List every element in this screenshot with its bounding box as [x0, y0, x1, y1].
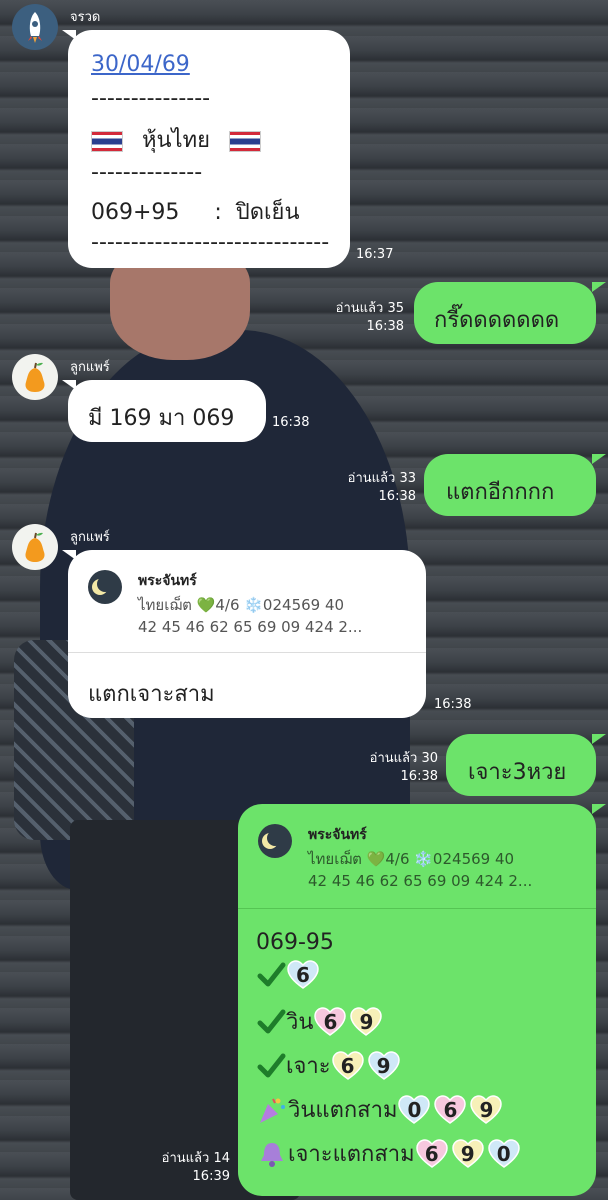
bubble-tail [592, 454, 606, 464]
date-link[interactable]: 30/04/69 [91, 52, 190, 77]
result-row: เจาะแตกสาม 6 9 0 [256, 1136, 523, 1171]
bubble-tail [592, 282, 606, 292]
party-popper-icon [256, 1094, 288, 1126]
heart-digit: 6 [286, 960, 320, 990]
quoted-text-line2: 42 45 46 62 65 69 09 424 2... [308, 872, 533, 890]
result-label: เจาะแตกสาม [288, 1142, 415, 1167]
check-icon [256, 1007, 286, 1037]
moon-icon [258, 824, 292, 858]
read-receipt: อ่านแล้ว 14 16:39 [142, 1150, 230, 1186]
timestamp: 16:38 [366, 319, 404, 334]
timestamp: 16:38 [272, 415, 310, 430]
sender-name: จรวด [70, 10, 101, 25]
quoted-text-line1: ไทยเฌ็ต 💚4/6 ❄️024569 40 [138, 596, 345, 614]
sender-name: ลูกแพร์ [70, 360, 110, 375]
result-label: วิน [286, 1010, 314, 1035]
heart-digit: 0 [487, 1138, 521, 1169]
rocket-icon[interactable] [12, 4, 58, 50]
result-row: 6 [256, 960, 322, 990]
check-icon [256, 1051, 286, 1081]
pear-icon[interactable] [12, 354, 58, 400]
stock-title: หุ้นไทย [91, 122, 261, 157]
message-bubble[interactable]: เจาะ3หวย [446, 734, 596, 796]
check-icon [256, 960, 286, 990]
thailand-flag-icon [91, 130, 123, 152]
heart-digit: 9 [451, 1138, 485, 1169]
quoted-text-line1: ไทยเฌ็ต 💚4/6 ❄️024569 40 [308, 850, 515, 868]
quoted-sender: พระจันทร์ [138, 573, 197, 589]
sender-name: ลูกแพร์ [70, 530, 110, 545]
read-receipt: อ่านแล้ว 35 16:38 [316, 300, 404, 336]
read-count: อ่านแล้ว 35 [335, 301, 404, 316]
divider [68, 652, 426, 653]
quoted-sender: พระจันทร์ [308, 827, 367, 843]
message-text: กรี๊ดดดดดดด [434, 308, 560, 333]
pear-icon[interactable] [12, 524, 58, 570]
moon-icon [88, 570, 122, 604]
timestamp: 16:38 [400, 769, 438, 784]
message-text: แตกเจาะสาม [88, 682, 215, 707]
result-line: 069+95 : ปิดเย็น [91, 200, 300, 225]
message-bubble[interactable]: มี 169 มา 069 [68, 380, 266, 442]
message-bubble[interactable]: 30/04/69 --------------- หุ้นไทย -------… [68, 30, 350, 268]
stock-label: หุ้นไทย [142, 128, 210, 153]
dash-line: --------------- [91, 86, 211, 111]
message-bubble[interactable]: แตกอีกกกก [424, 454, 596, 516]
heart-digit: 0 [397, 1094, 431, 1125]
dash-line: ------------------------------ [91, 230, 330, 255]
bell-icon [256, 1138, 288, 1170]
dash-line: -------------- [91, 160, 203, 185]
read-count: อ่านแล้ว 14 [161, 1151, 230, 1166]
heart-digit: 6 [331, 1050, 365, 1081]
message-text: มี 169 มา 069 [88, 406, 235, 431]
heart-digit: 9 [469, 1094, 503, 1125]
reply-bubble[interactable]: พระจันทร์ ไทยเฌ็ต 💚4/6 ❄️024569 40 42 45… [68, 550, 426, 718]
heart-digit: 6 [313, 1006, 347, 1037]
result-label: วินแตกสาม [288, 1098, 398, 1123]
result-row: วินแตกสาม 0 6 9 [256, 1092, 505, 1127]
divider [238, 908, 596, 909]
quoted-text-line2: 42 45 46 62 65 69 09 424 2... [138, 618, 363, 636]
reply-bubble[interactable]: พระจันทร์ ไทยเฌ็ต 💚4/6 ❄️024569 40 42 45… [238, 804, 596, 1196]
timestamp: 16:39 [192, 1169, 230, 1184]
timestamp: 16:38 [434, 697, 472, 712]
read-receipt: อ่านแล้ว 30 16:38 [350, 750, 438, 786]
message-text: แตกอีกกกก [446, 480, 555, 505]
heart-digit: 9 [349, 1006, 383, 1037]
timestamp: 16:37 [356, 247, 394, 262]
heart-digit: 6 [433, 1094, 467, 1125]
thailand-flag-icon [229, 130, 261, 152]
bubble-tail [592, 804, 606, 814]
read-receipt: อ่านแล้ว 33 16:38 [328, 470, 416, 506]
result-label: เจาะ [286, 1054, 331, 1079]
message-text: เจาะ3หวย [468, 760, 567, 785]
message-bubble[interactable]: กรี๊ดดดดดดด [414, 282, 596, 344]
read-count: อ่านแล้ว 33 [347, 471, 416, 486]
result-header: 069-95 [256, 930, 334, 955]
result-row: วิน 6 9 [256, 1004, 385, 1039]
bubble-tail [592, 734, 606, 744]
result-row: เจาะ 6 9 [256, 1048, 403, 1083]
heart-digit: 9 [367, 1050, 401, 1081]
timestamp: 16:38 [378, 489, 416, 504]
read-count: อ่านแล้ว 30 [369, 751, 438, 766]
heart-digit: 6 [415, 1138, 449, 1169]
